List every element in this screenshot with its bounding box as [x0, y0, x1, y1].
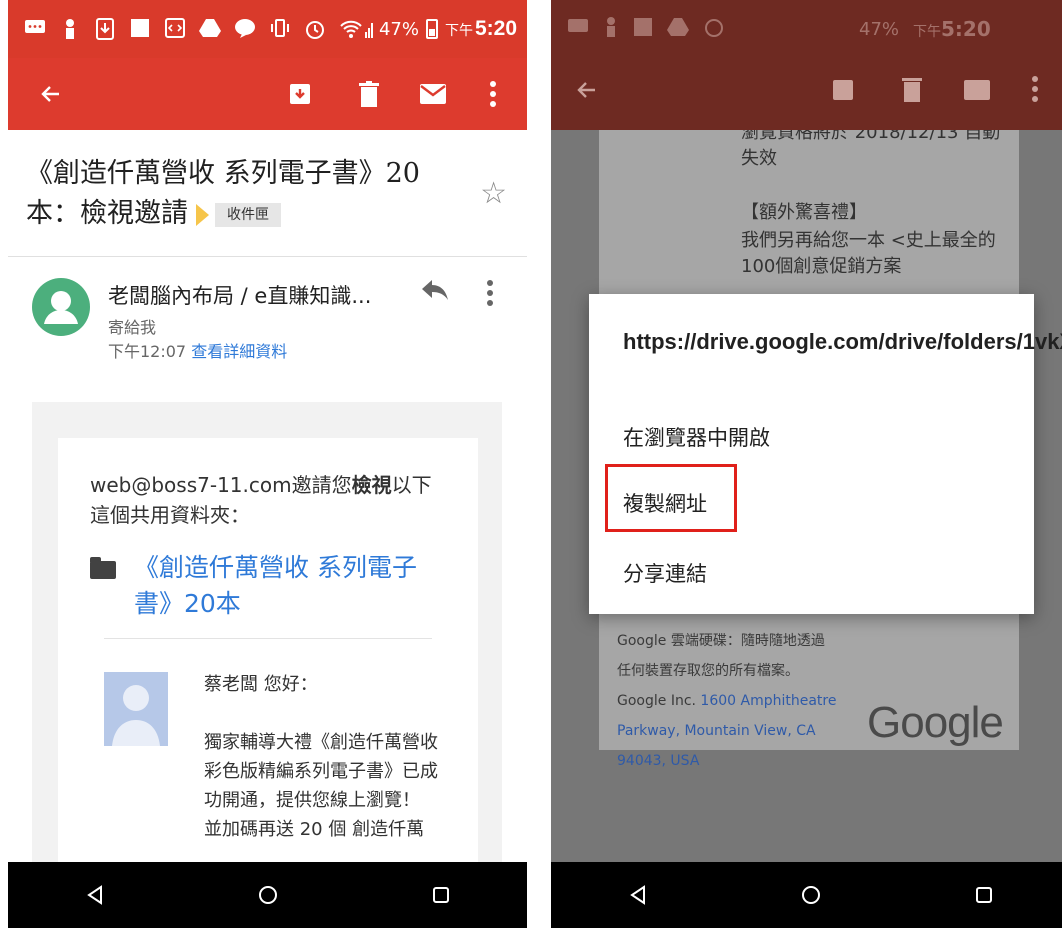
dimmed-text-bonus: 我們另再給您一本 <史上最全的100個創意促銷方案	[741, 230, 996, 277]
trash-icon[interactable]	[350, 75, 388, 113]
toolbar	[8, 58, 527, 130]
battery-percent: 47%	[378, 18, 419, 40]
shared-folder-link[interactable]: 《創造仟萬營收 系列電子書》20本	[90, 550, 450, 622]
sender-avatar[interactable]	[32, 278, 90, 336]
card-divider	[104, 638, 432, 639]
back-nav-icon[interactable]	[75, 875, 115, 915]
mail-icon[interactable]	[414, 75, 452, 113]
recipient-text: 寄給我	[108, 318, 157, 337]
phone-screen-right: 瀏覽資格將於 2018/12/13 自動失效 【額外驚喜禮】 我們另再給您一本 …	[551, 0, 1062, 928]
dimmed-text-bonus-title: 【額外驚喜禮】	[741, 202, 867, 223]
folder-icon	[90, 557, 116, 579]
copy-link-option[interactable]: 複製網址	[623, 488, 707, 518]
message-notification-icon	[24, 18, 46, 40]
vibrate-icon	[269, 18, 291, 40]
drive-footer: Google 雲端硬碟：隨時隨地透過任何裝置存取您的所有檔案。 Google I…	[617, 633, 837, 769]
person-notification-icon	[603, 16, 619, 42]
profile-picture	[104, 672, 168, 746]
received-time: 下午12:07 查看詳細資料	[108, 342, 288, 361]
square-notification-icon	[129, 18, 151, 40]
back-nav-icon[interactable]	[618, 875, 658, 915]
details-link[interactable]: 查看詳細資料	[191, 342, 287, 361]
alarm-icon	[703, 16, 725, 42]
code-notification-icon	[164, 18, 186, 40]
star-icon[interactable]: ☆	[480, 176, 507, 211]
email-content: 《創造仟萬營收 系列電子書》20本：檢視邀請 收件匣 ☆ 老闆腦內布局 / e直賺…	[8, 130, 527, 862]
more-vert-icon	[1031, 76, 1039, 106]
recents-nav-icon[interactable]	[964, 875, 1004, 915]
important-marker-icon	[196, 203, 209, 226]
clock: 下午5:20	[913, 17, 991, 41]
more-vert-icon[interactable]	[474, 75, 512, 113]
reply-icon[interactable]	[420, 278, 450, 306]
email-subject: 《創造仟萬營收 系列電子書》20本：檢視邀請 收件匣	[26, 158, 420, 229]
recents-nav-icon[interactable]	[421, 875, 461, 915]
message-more-icon[interactable]	[486, 280, 494, 310]
clock: 下午5:20	[444, 17, 517, 40]
phone-screen-left: 47% 下午5:20 《創造仟萬營收 系列電子書》20本：檢視邀請收件匣 ☆	[8, 0, 527, 928]
alarm-icon	[304, 18, 326, 40]
square-notification-icon	[633, 17, 653, 41]
status-bar: 47% 下午5:20	[8, 0, 527, 58]
person-notification-icon	[59, 18, 81, 40]
link-url: https://drive.google.com/drive/folders/1…	[623, 329, 1062, 354]
dimmed-toolbar: 47% 下午5:20	[551, 0, 1062, 130]
battery-percent: 47%	[859, 18, 900, 40]
arrow-back-icon[interactable]	[32, 75, 70, 113]
trash-icon	[901, 76, 923, 106]
divider	[8, 256, 527, 257]
download-notification-icon	[94, 18, 116, 40]
sender-name: 老闆腦內布局 / e直賺知識...	[108, 284, 372, 308]
share-link-option[interactable]: 分享連結	[623, 558, 707, 588]
google-logo: Google	[867, 698, 1004, 747]
navigation-bar	[8, 862, 527, 928]
drive-notification-icon	[667, 17, 689, 41]
archive-icon	[831, 78, 855, 106]
message-notification-icon	[567, 17, 589, 41]
open-in-browser-option[interactable]: 在瀏覽器中開啟	[623, 422, 770, 452]
arrow-back-icon	[575, 78, 599, 106]
link-options-dialog: https://drive.google.com/drive/folders/1…	[589, 294, 1062, 614]
message-text: 蔡老闆 您好： 獨家輔導大禮《創造仟萬營收 彩色版精編系列電子書》已成功開通，提…	[204, 674, 438, 840]
wifi-signal-icon	[339, 18, 373, 40]
mail-icon	[963, 79, 991, 105]
line-notification-icon	[234, 18, 256, 40]
dimmed-email-content: 瀏覽資格將於 2018/12/13 自動失效 【額外驚喜禮】 我們另再給您一本 …	[551, 0, 1062, 862]
invite-text: web@boss7-11.com邀請您檢視以下這個共用資料夾：	[90, 473, 432, 527]
archive-icon[interactable]	[281, 75, 319, 113]
home-nav-icon[interactable]	[791, 875, 831, 915]
share-card: web@boss7-11.com邀請您檢視以下這個共用資料夾： 《創造仟萬營收 …	[58, 438, 478, 862]
battery-icon	[425, 19, 438, 39]
inbox-label[interactable]: 收件匣	[215, 202, 281, 227]
navigation-bar	[551, 862, 1062, 928]
drive-notification-icon	[199, 18, 221, 40]
home-nav-icon[interactable]	[248, 875, 288, 915]
